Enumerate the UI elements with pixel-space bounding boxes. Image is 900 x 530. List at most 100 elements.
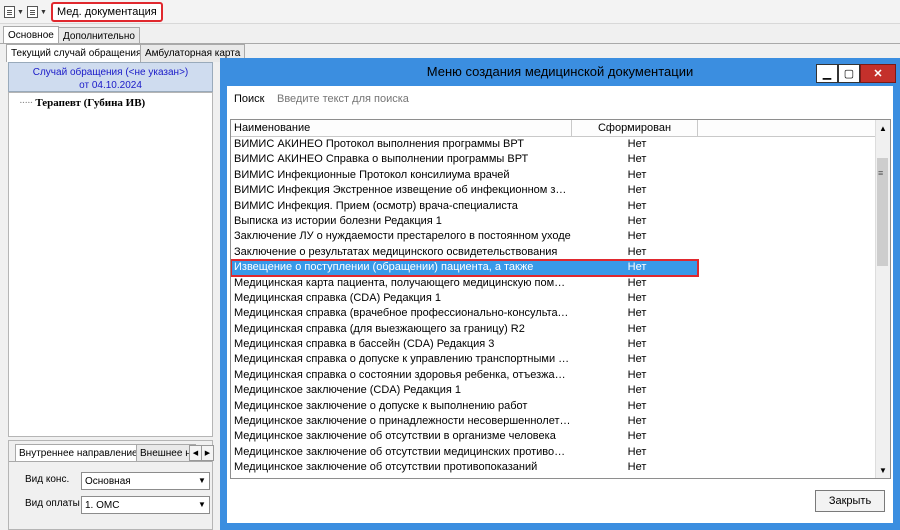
table-body: ВИМИС АКИНЕО Протокол выполнения програм…	[231, 137, 878, 476]
case-header: Случай обращения (<не указан>) от 04.10.…	[8, 62, 213, 92]
row-name: ВИМИС АКИНЕО Справка о выполнении програ…	[234, 153, 529, 166]
close-button[interactable]: Закрыть	[815, 490, 885, 512]
row-status: Нет	[627, 168, 647, 181]
table-row[interactable]: ВИМИС АКИНЕО Справка о выполнении програ…	[231, 152, 878, 167]
tab-main[interactable]: Основное	[3, 26, 59, 44]
tab-external-referral[interactable]: Внешнее на	[136, 444, 196, 462]
scroll-down-icon[interactable]: ▼	[876, 462, 890, 478]
row-name: Медицинское заключение об отсутствии в о…	[234, 430, 556, 443]
visit-type-value: Основная	[85, 475, 131, 487]
minimize-icon: ▁	[822, 68, 832, 80]
case-title: Случай обращения (<не указан>)	[32, 67, 189, 78]
table-row[interactable]: Медицинское заключение об отсутствии про…	[231, 460, 878, 475]
row-name: Медицинская справка о допуске к управлен…	[234, 353, 571, 366]
document-menu-icon	[4, 6, 15, 18]
row-status: Нет	[627, 261, 647, 274]
med-doc-dialog: Меню создания медицинской документации ▁…	[220, 58, 900, 530]
row-status: Нет	[627, 138, 647, 150]
table-row[interactable]: Заключение о результатах медицинского ос…	[231, 245, 878, 260]
table-row[interactable]: Медицинская карта пациента, получающего …	[231, 276, 878, 291]
row-name: Медицинская карта пациента, получающего …	[234, 276, 571, 289]
row-name: Выписка из истории болезни Редакция 1	[234, 214, 442, 227]
tab-current-case[interactable]: Текущий случай обращения	[6, 44, 147, 62]
tab-internal-referral[interactable]: Внутреннее направление	[15, 444, 143, 462]
row-name: ВИМИС Инфекция Экстренное извещение об и…	[234, 184, 571, 197]
row-name: Медицинское заключение о принадлежности …	[234, 415, 571, 428]
table-row[interactable]: Медицинская справка о допуске к управлен…	[231, 352, 878, 367]
referral-panel: Внутреннее направление Внешнее на ◀ ▶ Ви…	[8, 440, 214, 530]
table-row[interactable]: Заключение ЛУ о нуждаемости престарелого…	[231, 229, 878, 244]
arrow-left-icon: ◀	[192, 450, 199, 457]
tree-item-label: Терапевт (Губина ИВ)	[35, 97, 146, 109]
row-name: Заключение ЛУ о нуждаемости престарелого…	[234, 230, 571, 243]
payment-type-select[interactable]: 1. ОМС ▼	[81, 496, 210, 514]
table-row[interactable]: Медицинская справка (CDA) Редакция 1 Нет	[231, 291, 878, 306]
bottom-tab-divider	[9, 461, 212, 462]
window-close-button[interactable]: ✕	[860, 64, 896, 83]
document-menu-button[interactable]: ▼	[4, 4, 24, 20]
table-row[interactable]: Медицинское заключение о допуске к выпол…	[231, 399, 878, 414]
med-documentation-button[interactable]: Мед. документация	[51, 2, 163, 22]
row-status: Нет	[627, 445, 647, 458]
row-status: Нет	[627, 338, 647, 351]
row-status: Нет	[627, 245, 647, 258]
table-row[interactable]: Медицинское заключение об отсутствии в о…	[231, 429, 878, 444]
row-name: Медицинское заключение об отсутствии про…	[234, 461, 538, 474]
row-name: ВИМИС АКИНЕО Протокол выполнения програм…	[234, 138, 524, 150]
row-status: Нет	[627, 153, 647, 166]
payment-type-label: Вид оплаты	[25, 498, 80, 509]
documents-table: Наименование Сформирован ВИМИС АКИНЕО Пр…	[230, 119, 891, 479]
table-row[interactable]: Медицинское заключение (CDA) Редакция 1 Н…	[231, 383, 878, 398]
search-input[interactable]	[275, 90, 885, 108]
tab-scroll-right-button[interactable]: ▶	[201, 445, 214, 461]
table-row[interactable]: Извещение о поступлении (обращении) паци…	[231, 259, 699, 277]
table-scrollbar[interactable]: ▲ ≡ ▼	[875, 120, 890, 478]
row-name: Медицинская справка о состоянии здоровья…	[234, 368, 571, 381]
arrow-right-icon: ▶	[204, 450, 211, 457]
tree-menu-icon	[27, 6, 38, 18]
table-row[interactable]: Выписка из истории болезни Редакция 1 Нет	[231, 214, 878, 229]
visit-type-select[interactable]: Основная ▼	[81, 472, 210, 490]
toolbar: ▼ ▼ Мед. документация	[0, 0, 900, 24]
table-row[interactable]: Медицинская справка (врачебное профессио…	[231, 306, 878, 321]
row-name: Медицинская справка (врачебное профессио…	[234, 307, 571, 320]
table-row[interactable]: ВИМИС Инфекция Экстренное извещение об и…	[231, 183, 878, 198]
row-status: Нет	[627, 384, 647, 397]
table-row[interactable]: Медицинская справка (для выезжающего за …	[231, 322, 878, 337]
case-date: от 04.10.2024	[79, 80, 142, 91]
row-status: Нет	[627, 415, 647, 428]
chevron-down-icon: ▼	[198, 499, 206, 509]
table-row[interactable]: ВИМИС Инфекция. Прием (осмотр) врача-спе…	[231, 199, 878, 214]
column-header-status[interactable]: Сформирован	[572, 120, 698, 136]
row-name: Медицинское заключение о допуске к выпол…	[234, 399, 528, 412]
tree-item-therapist[interactable]: ····· Терапевт (Губина ИВ)	[19, 97, 145, 109]
table-row[interactable]: Медицинское заключение о принадлежности …	[231, 414, 878, 429]
chevron-down-icon: ▼	[198, 475, 206, 485]
row-name: Медицинская справка в бассейн (CDA) Реда…	[234, 338, 495, 351]
row-status: Нет	[627, 230, 647, 243]
row-name: ВИМИС Инфекция. Прием (осмотр) врача-спе…	[234, 199, 518, 212]
row-status: Нет	[627, 214, 647, 227]
minimize-button[interactable]: ▁	[816, 64, 838, 83]
row-name: Медицинская справка (для выезжающего за …	[234, 322, 525, 335]
maximize-button[interactable]: ▢	[838, 64, 860, 83]
payment-type-value: 1. ОМС	[85, 499, 120, 511]
table-row[interactable]: Медицинское заключение об отсутствии мед…	[231, 445, 878, 460]
scroll-up-icon[interactable]: ▲	[876, 120, 890, 136]
row-status: Нет	[627, 276, 647, 289]
tree-menu-button[interactable]: ▼	[27, 4, 47, 20]
table-row[interactable]: ВИМИС Инфекционные Протокол консилиума в…	[231, 168, 878, 183]
close-icon: ✕	[873, 68, 883, 80]
table-row[interactable]: ВИМИС АКИНЕО Протокол выполнения програм…	[231, 137, 878, 152]
table-row[interactable]: Медицинская справка в бассейн (CDA) Реда…	[231, 337, 878, 352]
row-name: Медицинская справка (CDA) Редакция 1	[234, 291, 441, 304]
row-status: Нет	[627, 307, 647, 320]
column-header-name[interactable]: Наименование	[231, 120, 572, 136]
chevron-down-icon: ▼	[40, 8, 47, 16]
table-row[interactable]: Медицинская справка о состоянии здоровья…	[231, 368, 878, 383]
row-status: Нет	[627, 368, 647, 381]
dialog-body: Поиск Наименование Сформирован ВИМИС АКИ…	[227, 86, 893, 523]
dialog-title: Меню создания медицинской документации	[426, 64, 694, 79]
visit-type-label: Вид конс.	[25, 474, 70, 485]
row-status: Нет	[627, 430, 647, 443]
